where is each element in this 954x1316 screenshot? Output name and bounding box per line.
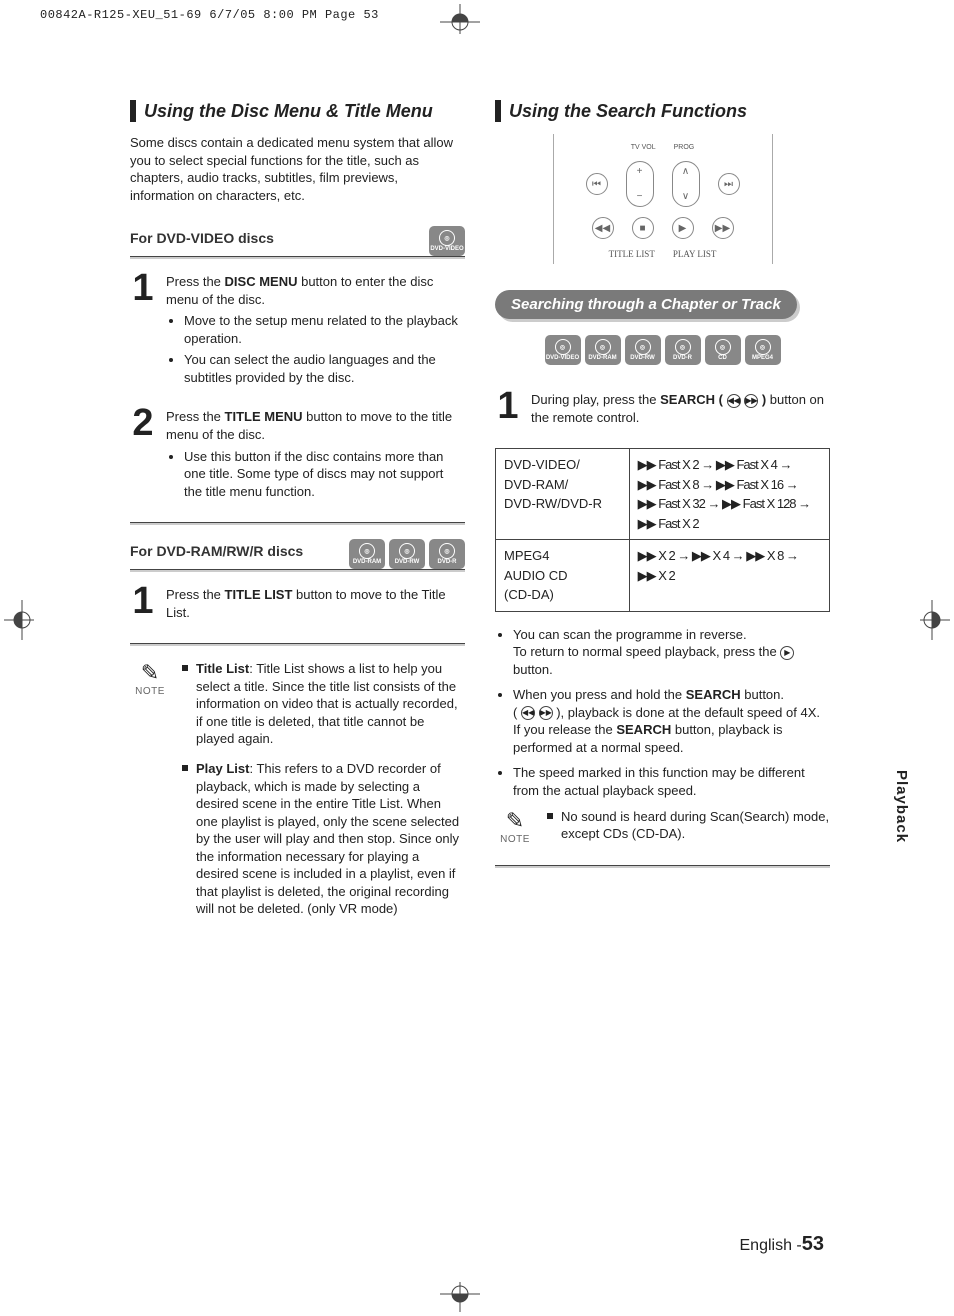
table-cell: ▶▶ X 2 → ▶▶ X 4 → ▶▶ X 8 → [638, 548, 798, 563]
table-cell: ▶▶ Fast X 2 [638, 516, 699, 531]
table-cell: DVD-RAM/ [504, 477, 568, 492]
step1-lead: Press the DISC MENU button to enter the … [166, 273, 465, 308]
badge-row-2: ◎DVD-RAM ◎DVD-RW ◎DVD-R [349, 539, 465, 569]
left-step-3: 1 Press the TITLE LIST button to move to… [130, 586, 465, 625]
disc-badge: ◎DVD-RW [625, 335, 661, 365]
table-cell: ▶▶ Fast X 2 → ▶▶ Fast X 4 → [638, 457, 792, 472]
table-cell: MPEG4 [504, 548, 550, 563]
next-icon: ⏭ [718, 173, 740, 195]
disc-badge: ◎DVD-RAM [585, 335, 621, 365]
subhead-dvdramrwr: For DVD-RAM/RW/R discs [130, 543, 303, 559]
step-number: 2 [130, 408, 156, 504]
step1-bullet: Move to the setup menu related to the pl… [184, 312, 465, 347]
vol-rocker: +− [626, 161, 654, 207]
disc-badge: ◎DVD-VIDEO [545, 335, 581, 365]
print-header-text: 00842A-R125-XEU_51-69 6/7/05 8:00 PM Pag… [40, 8, 379, 22]
step-number: 1 [130, 273, 156, 390]
square-bullet-icon [547, 813, 553, 819]
note-label: NOTE [130, 686, 170, 697]
left-intro: Some discs contain a dedicated menu syst… [130, 134, 465, 204]
table-cell: DVD-VIDEO/ [504, 457, 580, 472]
rule [130, 522, 465, 525]
table-cell: DVD-RW/DVD-R [504, 496, 602, 511]
step-number: 1 [130, 586, 156, 625]
disc-badge: ◎DVD-R [429, 539, 465, 569]
disc-badge: ◎DVD-RW [389, 539, 425, 569]
registration-mark-right [920, 600, 950, 640]
right-title-text: Using the Search Functions [509, 101, 747, 122]
disc-badge: ◎CD [705, 335, 741, 365]
print-header: 00842A-R125-XEU_51-69 6/7/05 8:00 PM Pag… [40, 8, 379, 22]
badge-row-right: ◎DVD-VIDEO ◎DVD-RAM ◎DVD-RW ◎DVD-R ◎CD ◎… [495, 335, 830, 365]
prev-icon: ⏮ [586, 173, 608, 195]
subhead-dvdvideo: For DVD-VIDEO discs [130, 230, 274, 246]
rew-circle-icon: ◀◀ [727, 394, 741, 408]
speed-table: DVD-VIDEO/ DVD-RAM/ DVD-RW/DVD-R ▶▶ Fast… [495, 448, 830, 612]
left-step-1: 1 Press the DISC MENU button to enter th… [130, 273, 465, 390]
page-content: Using the Disc Menu & Title Menu Some di… [130, 100, 830, 930]
table-cell: AUDIO CD [504, 568, 568, 583]
right-step-1: 1 During play, press the SEARCH ( ◀◀ ▶▶ … [495, 391, 830, 430]
disc-badge: ◎MPEG4 [745, 335, 781, 365]
rule [130, 569, 465, 572]
right-section-title: Using the Search Functions [495, 100, 830, 122]
stop-icon: ■ [632, 217, 654, 239]
play-icon: ▶ [672, 217, 694, 239]
ff-circle-icon: ▶▶ [539, 706, 553, 720]
registration-mark-top [440, 4, 480, 34]
badge-row-1: ◎DVD-VIDEO [429, 226, 465, 256]
bullet-item: You can scan the programme in reverse. T… [513, 626, 830, 679]
ff-icon: ▶▶ [712, 217, 734, 239]
bullet-item: When you press and hold the SEARCH butto… [513, 686, 830, 756]
note-icon: ✎ [130, 660, 170, 686]
registration-mark-left [4, 600, 34, 640]
rew-circle-icon: ◀◀ [521, 706, 535, 720]
step2-bullet: Use this button if the disc contains mor… [184, 448, 465, 501]
disc-badge: ◎DVD-RAM [349, 539, 385, 569]
table-cell: ▶▶ Fast X 8 → ▶▶ Fast X 16 → [638, 477, 798, 492]
note-icon: ✎ [495, 808, 535, 834]
left-column: Using the Disc Menu & Title Menu Some di… [130, 100, 465, 930]
left-section-title: Using the Disc Menu & Title Menu [130, 100, 465, 122]
rule [495, 865, 830, 868]
subsection-pill: Searching through a Chapter or Track [495, 290, 797, 319]
rule [130, 256, 465, 259]
bullet-item: The speed marked in this function may be… [513, 764, 830, 799]
side-tab: Playback [893, 770, 910, 843]
right-step1-lead: During play, press the SEARCH ( ◀◀ ▶▶ ) … [531, 391, 830, 426]
disc-badge: ◎DVD-R [665, 335, 701, 365]
rule [130, 643, 465, 646]
remote-diagram: TV VOLPROG ⏮ +− ∧∨ ⏭ ◀◀ ■ ▶ ▶▶ TITLE LIS… [553, 134, 773, 264]
left-step-2: 2 Press the TITLE MENU button to move to… [130, 408, 465, 504]
rew-icon: ◀◀ [592, 217, 614, 239]
step3-lead: Press the TITLE LIST button to move to t… [166, 586, 465, 621]
note-item: Play List: This refers to a DVD recorder… [182, 760, 465, 918]
play-circle-icon: ▶ [780, 646, 794, 660]
left-title-text: Using the Disc Menu & Title Menu [144, 101, 433, 122]
disc-badge-dvdvideo: ◎DVD-VIDEO [429, 226, 465, 256]
note-item: Title List: Title List shows a list to h… [182, 660, 465, 748]
note-block-left: ✎ NOTE Title List: Title List shows a li… [130, 660, 465, 930]
right-bullets: You can scan the programme in reverse. T… [495, 626, 830, 800]
table-cell: ▶▶ Fast X 32 → ▶▶ Fast X 128 → [638, 496, 811, 511]
prog-rocker: ∧∨ [672, 161, 700, 207]
square-bullet-icon [182, 665, 188, 671]
table-cell: (CD-DA) [504, 587, 554, 602]
page-footer: English -53 [740, 1233, 825, 1256]
title-bar-icon [130, 100, 136, 122]
title-bar-icon [495, 100, 501, 122]
square-bullet-icon [182, 765, 188, 771]
note-block-right: ✎ NOTE No sound is heard during Scan(Sea… [495, 808, 830, 855]
ff-circle-icon: ▶▶ [744, 394, 758, 408]
registration-mark-bottom [440, 1282, 480, 1312]
table-cell: ▶▶ X 2 [638, 568, 675, 583]
step2-lead: Press the TITLE MENU button to move to t… [166, 408, 465, 443]
right-column: Using the Search Functions TV VOLPROG ⏮ … [495, 100, 830, 930]
note-item: No sound is heard during Scan(Search) mo… [547, 808, 830, 843]
step1-bullet: You can select the audio languages and t… [184, 351, 465, 386]
note-label: NOTE [495, 834, 535, 845]
step-number: 1 [495, 391, 521, 430]
sub-head-row-2: For DVD-RAM/RW/R discs ◎DVD-RAM ◎DVD-RW … [130, 539, 465, 569]
sub-head-row-1: For DVD-VIDEO discs ◎DVD-VIDEO [130, 226, 465, 256]
